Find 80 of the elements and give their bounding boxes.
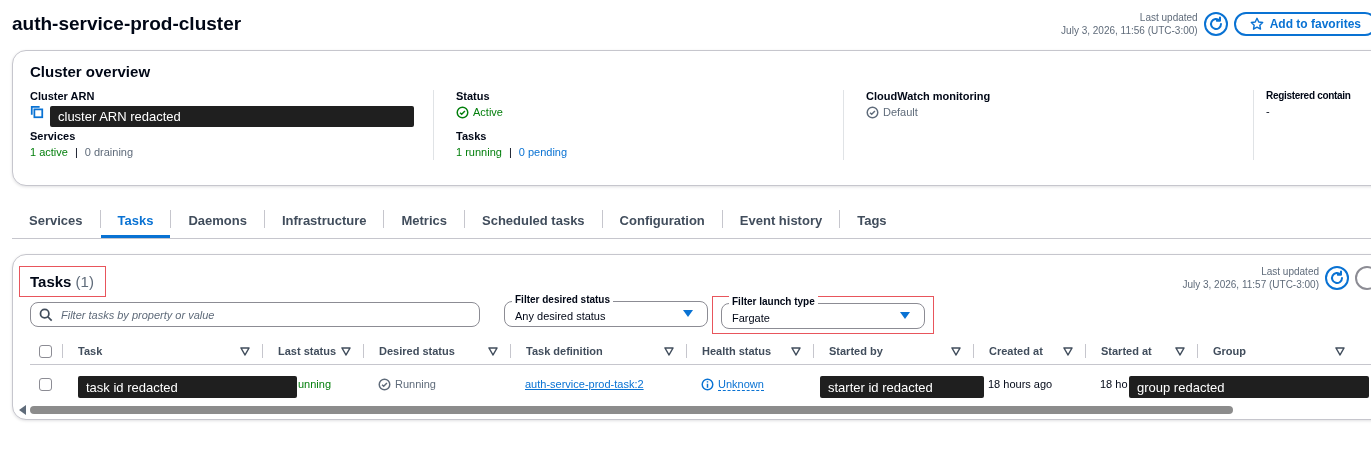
column-header[interactable]: Desired status bbox=[379, 345, 455, 357]
tab[interactable]: Event history bbox=[722, 206, 840, 238]
redaction-label: cluster ARN redacted bbox=[50, 105, 414, 127]
table-cell-text: unning bbox=[297, 378, 332, 390]
row-checkbox[interactable] bbox=[39, 377, 52, 391]
caret-icon bbox=[683, 310, 693, 318]
scroll-left-icon[interactable] bbox=[19, 405, 27, 415]
column-header[interactable]: Group bbox=[1213, 345, 1246, 357]
column-header[interactable]: Task definition bbox=[526, 345, 603, 357]
field-label: Status bbox=[456, 90, 491, 102]
tab[interactable]: Metrics bbox=[384, 206, 464, 238]
column-header[interactable]: Health status bbox=[702, 345, 772, 357]
card-title: Cluster overview bbox=[30, 63, 152, 80]
check-circle-icon bbox=[378, 377, 391, 391]
sort-icon[interactable] bbox=[240, 346, 250, 356]
table-cell: 18 ho bbox=[1100, 378, 1128, 390]
status-text: Active bbox=[473, 106, 503, 118]
column-header[interactable]: Started at bbox=[1101, 345, 1152, 357]
sort-icon[interactable] bbox=[951, 346, 961, 356]
redaction-label: starter id redacted bbox=[820, 376, 984, 398]
count-text: 0 draining bbox=[84, 146, 134, 158]
column-header[interactable]: Last status bbox=[278, 345, 337, 357]
column-header[interactable]: Created at bbox=[989, 345, 1043, 357]
last-updated-time: July 3, 2026, 11:56 (UTC-3:00) bbox=[1061, 24, 1198, 37]
last-updated-label: Last updated bbox=[1261, 265, 1319, 278]
tab[interactable]: Infrastructure bbox=[264, 206, 384, 238]
refresh-button[interactable] bbox=[1325, 266, 1349, 290]
redaction-label: task id redacted bbox=[78, 376, 297, 398]
field-label: CloudWatch monitoring bbox=[866, 90, 992, 102]
field-label: Services bbox=[30, 130, 77, 142]
column-header[interactable]: Task bbox=[78, 345, 103, 357]
redaction-label: group redacted bbox=[1129, 376, 1369, 398]
select-all-checkbox[interactable] bbox=[39, 344, 52, 358]
sort-icon[interactable] bbox=[341, 346, 351, 356]
status-text[interactable]: Unknown bbox=[718, 377, 764, 391]
sort-icon[interactable] bbox=[664, 346, 674, 356]
field-label: Cluster ARN bbox=[30, 90, 96, 102]
sort-icon[interactable] bbox=[488, 346, 498, 356]
sort-icon[interactable] bbox=[1063, 346, 1073, 356]
copy-icon[interactable] bbox=[30, 105, 44, 119]
tab[interactable]: Tags bbox=[840, 206, 904, 238]
tab[interactable]: Tasks bbox=[100, 206, 171, 238]
check-circle-icon bbox=[866, 105, 879, 119]
status-text: Default bbox=[883, 106, 918, 118]
refresh-icon bbox=[1207, 16, 1224, 32]
panel-heading: Tasks (1) bbox=[19, 266, 106, 297]
field-label: Tasks bbox=[456, 130, 488, 142]
task-definition-link[interactable]: auth-service-prod-task:2 bbox=[525, 378, 644, 390]
filter-label: Filter desired status bbox=[512, 294, 614, 306]
filter-label: Filter launch type bbox=[729, 296, 818, 308]
count-text: 1 running bbox=[456, 146, 502, 158]
tab[interactable]: Configuration bbox=[602, 206, 722, 238]
count-text: 1 active bbox=[30, 146, 68, 158]
page-title: auth-service-prod-cluster bbox=[12, 13, 242, 35]
status-text: Running bbox=[395, 378, 436, 390]
tab[interactable]: Scheduled tasks bbox=[465, 206, 602, 238]
separator: | bbox=[508, 146, 512, 158]
scrollbar-thumb[interactable] bbox=[30, 406, 1233, 414]
search-icon bbox=[39, 308, 53, 322]
add-to-favorites-button[interactable]: Add to favorites bbox=[1233, 12, 1371, 36]
count-link[interactable]: 0 pending bbox=[518, 146, 568, 158]
search-field[interactable]: Filter tasks by property or value bbox=[30, 302, 480, 327]
refresh-button[interactable] bbox=[1203, 12, 1228, 36]
column-header[interactable]: Started by bbox=[829, 345, 883, 357]
field-value: - bbox=[1266, 105, 1270, 117]
table-cell: 18 hours ago bbox=[988, 378, 1053, 390]
info-icon bbox=[701, 377, 714, 391]
last-updated-time: July 3, 2026, 11:57 (UTC-3:00) bbox=[1182, 278, 1319, 291]
sort-icon[interactable] bbox=[1175, 346, 1185, 356]
last-updated-label: Last updated bbox=[1139, 11, 1198, 24]
tab[interactable]: Daemons bbox=[171, 206, 264, 238]
tab[interactable]: Services bbox=[12, 206, 100, 238]
sort-icon[interactable] bbox=[1335, 346, 1345, 356]
field-label: Registered contain bbox=[1266, 90, 1352, 101]
refresh-icon bbox=[1329, 270, 1345, 286]
sort-icon[interactable] bbox=[791, 346, 801, 356]
separator: | bbox=[74, 146, 78, 158]
caret-icon bbox=[900, 312, 910, 320]
star-icon bbox=[1249, 17, 1264, 31]
check-circle-icon bbox=[456, 105, 469, 119]
